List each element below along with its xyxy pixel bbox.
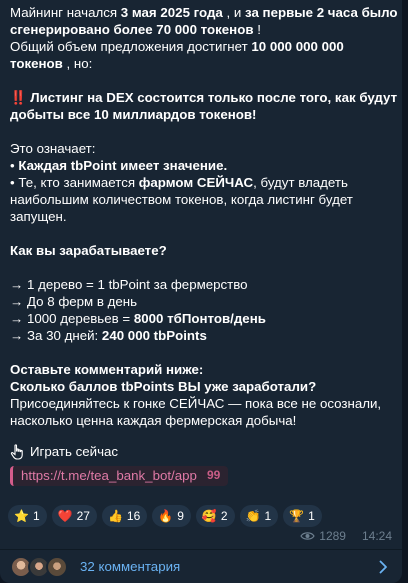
trophy-icon: 🏆 xyxy=(289,509,305,523)
pointing-hand-icon xyxy=(10,443,23,460)
play-now-label: Играть сейчас xyxy=(30,444,119,459)
view-count: 1289 xyxy=(319,529,346,543)
bullet-1: • Каждая tbPoint имеет значение. xyxy=(10,158,228,173)
bot-link-text[interactable]: https://t.me/tea_bank_bot/app xyxy=(21,467,197,484)
fire-icon: 🔥 xyxy=(158,509,174,523)
bullet-2: • Те, кто занимается фармом СЕЙЧАС, буду… xyxy=(10,175,353,224)
play-now-row: Играть сейчас xyxy=(10,443,398,460)
message-bubble: Майнинг начался 3 мая 2025 года , и за п… xyxy=(0,0,402,583)
earn-line-4: → За 30 дней: 240 000 tbPoints xyxy=(10,328,207,343)
reaction-star[interactable]: ⭐ 1 xyxy=(8,505,47,527)
reaction-clap[interactable]: 👏 1 xyxy=(239,505,279,527)
reaction-fire[interactable]: 🔥 9 xyxy=(152,505,191,527)
double-exclamation-icon: ‼️ xyxy=(10,90,27,105)
earn-line-3: → 1000 деревьев = 8000 тбПонтов/день xyxy=(10,311,266,326)
message-text: Майнинг начался 3 мая 2025 года , и за п… xyxy=(10,4,398,486)
commenter-avatars xyxy=(10,555,72,578)
cta-2: Сколько баллов tbPoints ВЫ уже заработал… xyxy=(10,379,317,394)
smiling-face-hearts-icon: 🥰 xyxy=(201,509,217,523)
eye-icon xyxy=(300,532,315,540)
message-meta: 1289 14:24 xyxy=(300,529,392,543)
earn-line-1: → 1 дерево = 1 tbPoint за фермерство xyxy=(10,277,248,292)
heart-icon: ❤️ xyxy=(57,509,73,523)
reactions-bar: ⭐ 1 ❤️ 27 👍 16 🔥 9 🥰 2 👏 1 🏆 1 xyxy=(8,505,322,527)
comments-count-label[interactable]: 32 комментария xyxy=(80,559,180,574)
chevron-right-icon xyxy=(379,560,387,574)
thumbs-up-icon: 👍 xyxy=(107,509,123,523)
bot-link[interactable]: https://t.me/tea_bank_bot/app 99 xyxy=(10,466,229,486)
reaction-heart[interactable]: ❤️ 27 xyxy=(51,505,97,527)
clapping-hands-icon: 👏 xyxy=(245,509,261,523)
quote-icon: 99 xyxy=(206,468,221,482)
cta-1: Оставьте комментарий ниже: xyxy=(10,362,204,377)
means-label: Это означает: xyxy=(10,141,96,156)
star-icon: ⭐ xyxy=(14,509,29,523)
avatar xyxy=(46,555,68,578)
paragraph-supply: Общий объем предложения достигнет 10 000… xyxy=(10,39,344,71)
earn-line-2: → До 8 ферм в день xyxy=(10,294,138,309)
reaction-smiling-hearts[interactable]: 🥰 2 xyxy=(195,505,235,527)
earn-title: Как вы зарабатываете? xyxy=(10,243,167,258)
message-time: 14:24 xyxy=(361,529,392,543)
comments-bar[interactable]: 32 комментария xyxy=(0,550,402,583)
reaction-trophy[interactable]: 🏆 1 xyxy=(283,505,322,527)
cta-3: Присоединяйтесь к гонке СЕЙЧАС — пока вс… xyxy=(10,396,382,428)
reaction-thumbs-up[interactable]: 👍 16 xyxy=(101,505,148,527)
paragraph-mining-start: Майнинг начался 3 мая 2025 года , и за п… xyxy=(10,5,398,37)
paragraph-listing-alert: ‼️ Листинг на DEX состоится только после… xyxy=(10,90,398,122)
